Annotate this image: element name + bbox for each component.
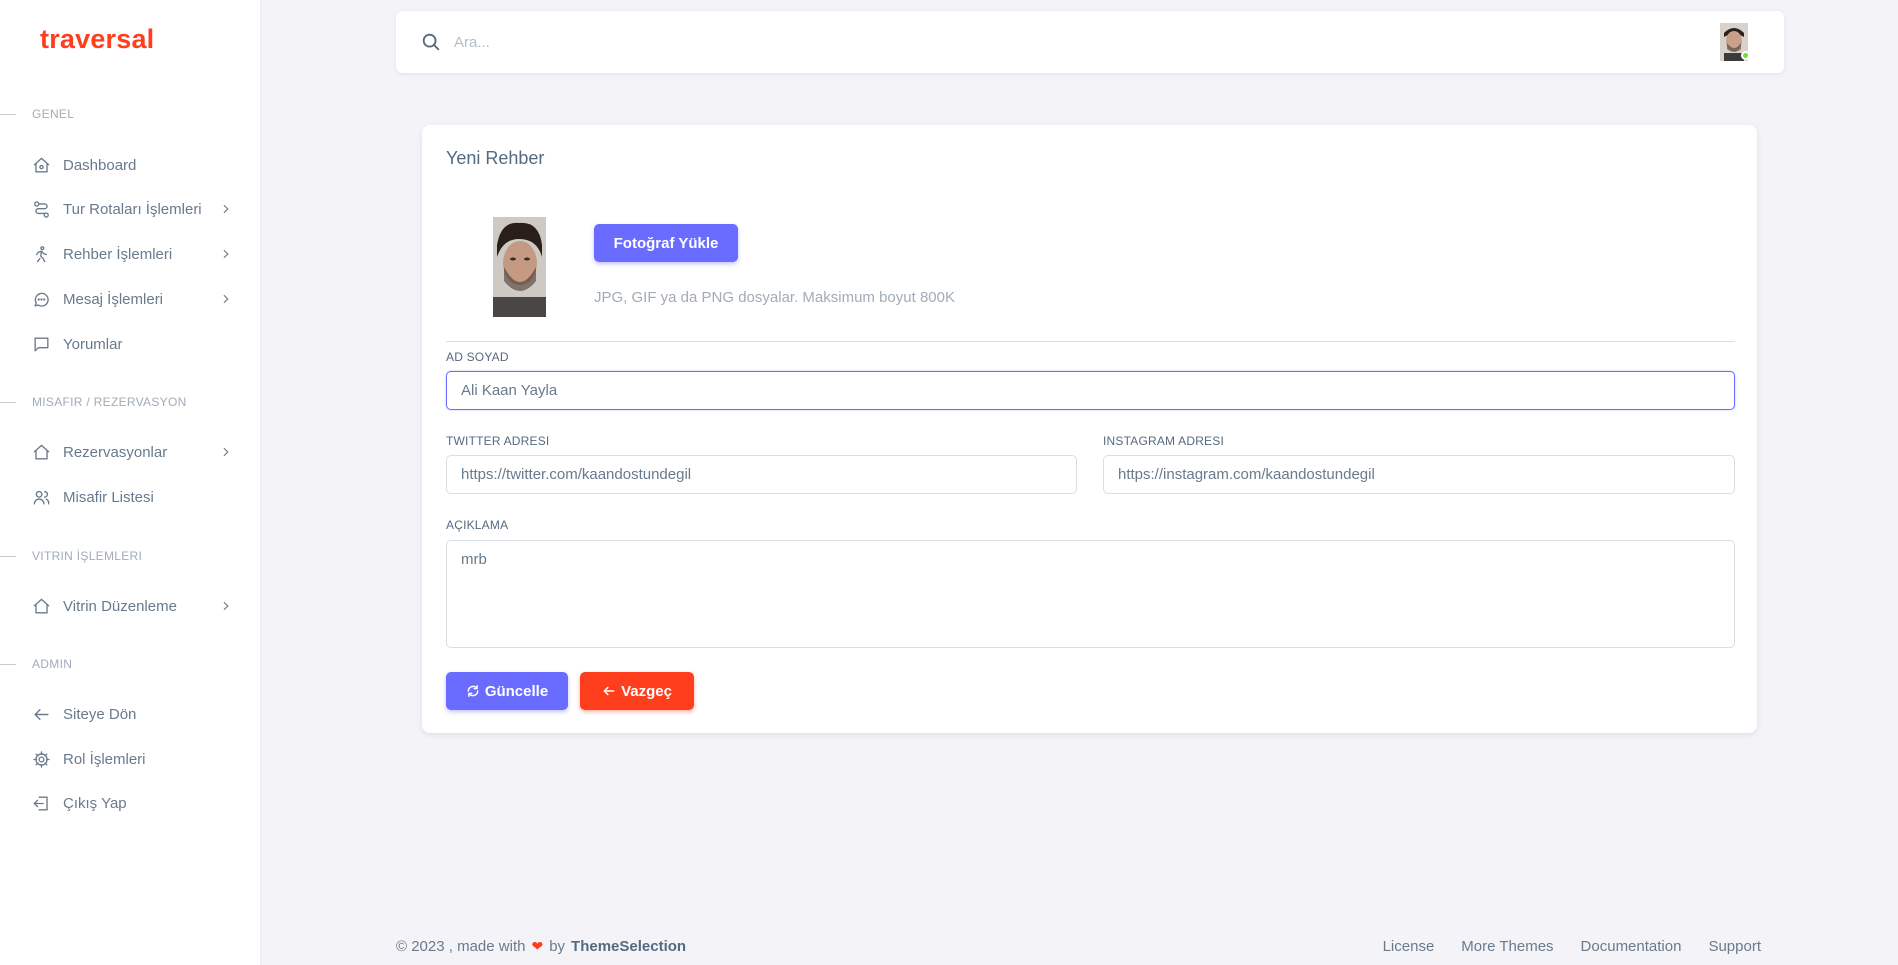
sidebar-item-label: Yorumlar [63, 335, 123, 353]
themeselection-link[interactable]: ThemeSelection [571, 938, 686, 955]
menu-header-dash [0, 401, 16, 403]
footer-links: License More Themes Documentation Suppor… [1383, 938, 1761, 955]
menu-header-dash [0, 113, 16, 115]
menu-header-showcase: VITRIN İŞLEMLERI [0, 546, 142, 566]
menu-header-dash [0, 663, 16, 665]
gear-icon [31, 749, 51, 769]
menu-header-general: GENEL [0, 104, 74, 124]
route-icon [31, 199, 51, 219]
chevron-right-icon [223, 294, 229, 304]
search-input[interactable] [454, 25, 854, 59]
footer-link-license[interactable]: License [1383, 938, 1435, 955]
comment-icon [31, 334, 51, 354]
chevron-right-icon [223, 204, 229, 214]
chevron-right-icon [223, 447, 229, 457]
refresh-icon [467, 685, 479, 697]
home-icon [31, 442, 51, 462]
sidebar-item-reservations[interactable]: Rezervasyonlar [31, 433, 235, 471]
menu-header-label: GENEL [32, 107, 75, 121]
brand-logo[interactable]: traversal [40, 24, 154, 55]
description-field[interactable]: mrb [446, 540, 1735, 648]
walk-icon [31, 244, 51, 264]
name-label: AD SOYAD [446, 350, 509, 364]
search-icon [422, 33, 440, 51]
twitter-label: TWITTER ADRESI [446, 434, 550, 448]
menu-header-dash [0, 555, 16, 557]
name-field[interactable] [446, 371, 1735, 410]
sidebar-item-label: Tur Rotaları İşlemleri [63, 200, 202, 218]
menu-header-label: ADMIN [32, 657, 73, 671]
copyright-text: © 2023 , made with [396, 938, 526, 955]
card-title: Yeni Rehber [446, 148, 545, 168]
guide-photo [493, 217, 546, 317]
arrow-left-icon [603, 686, 615, 696]
divider [446, 341, 1735, 342]
upload-hint: JPG, GIF ya da PNG dosyalar. Maksimum bo… [594, 289, 955, 306]
footer-link-more-themes[interactable]: More Themes [1461, 938, 1553, 955]
menu-header-label: VITRIN İŞLEMLERI [32, 549, 143, 563]
sidebar-item-label: Dashboard [63, 156, 137, 174]
home-icon [31, 596, 51, 616]
sidebar-item-label: Çıkış Yap [63, 794, 127, 812]
twitter-field[interactable] [446, 455, 1077, 494]
update-button-label: Güncelle [484, 682, 549, 700]
footer-link-support[interactable]: Support [1708, 938, 1761, 955]
sidebar-item-guest-list[interactable]: Misafir Listesi [31, 478, 235, 516]
sidebar-item-showcase-edit[interactable]: Vitrin Düzenleme [31, 587, 235, 625]
footer-link-documentation[interactable]: Documentation [1581, 938, 1682, 955]
chevron-right-icon [223, 601, 229, 611]
avatar[interactable] [1720, 23, 1750, 61]
cancel-button[interactable]: Vazgeç [580, 672, 694, 710]
sidebar-item-label: Rol İşlemleri [63, 750, 146, 768]
top-navbar [396, 11, 1784, 73]
sidebar-item-tour-routes[interactable]: Tur Rotaları İşlemleri [31, 190, 235, 228]
chat-icon [31, 289, 51, 309]
sidebar: traversal GENEL Dashboard Tur Rotaları İ… [0, 0, 260, 965]
menu-header-admin: ADMIN [0, 654, 72, 674]
sidebar-item-label: Vitrin Düzenleme [63, 597, 177, 615]
menu-header-guest: MISAFIR / REZERVASYON [0, 392, 187, 412]
sidebar-item-back-to-site[interactable]: Siteye Dön [31, 695, 235, 733]
sidebar-item-label: Misafir Listesi [63, 488, 154, 506]
arrow-left-icon [31, 704, 51, 724]
sidebar-item-roles[interactable]: Rol İşlemleri [31, 740, 235, 778]
sidebar-item-label: Mesaj İşlemleri [63, 290, 164, 308]
by-text: by [549, 938, 566, 955]
sidebar-item-comments[interactable]: Yorumlar [31, 325, 235, 363]
sidebar-item-messages[interactable]: Mesaj İşlemleri [31, 280, 235, 318]
sidebar-item-label: Rezervasyonlar [63, 443, 168, 461]
guide-form-card: Yeni Rehber Fotoğraf Yükle JPG, GIF ya d… [422, 125, 1757, 733]
sidebar-item-label: Rehber İşlemleri [63, 245, 173, 263]
cancel-button-label: Vazgeç [621, 682, 672, 700]
sidebar-item-logout[interactable]: Çıkış Yap [31, 784, 235, 822]
upload-photo-button[interactable]: Fotoğraf Yükle [594, 224, 738, 262]
description-label: AÇIKLAMA [446, 518, 509, 532]
users-icon [31, 487, 51, 507]
home-icon [31, 155, 51, 175]
heart-icon: ❤ [531, 938, 544, 954]
instagram-label: INSTAGRAM ADRESI [1103, 434, 1224, 448]
menu-header-label: MISAFIR / REZERVASYON [32, 395, 187, 409]
sidebar-item-label: Siteye Dön [63, 705, 137, 723]
update-button[interactable]: Güncelle [446, 672, 568, 710]
online-status-dot [1741, 51, 1750, 60]
instagram-field[interactable] [1103, 455, 1735, 494]
footer-copyright: © 2023 , made with ❤ by ThemeSelection [396, 938, 686, 955]
chevron-right-icon [223, 249, 229, 259]
sidebar-item-guides[interactable]: Rehber İşlemleri [31, 235, 235, 273]
logout-icon [31, 793, 51, 813]
sidebar-item-dashboard[interactable]: Dashboard [31, 146, 235, 184]
